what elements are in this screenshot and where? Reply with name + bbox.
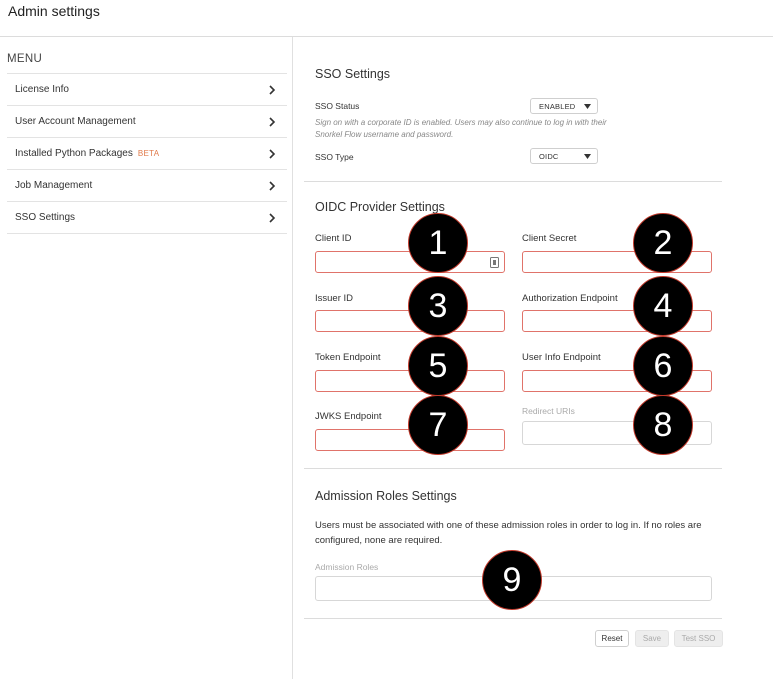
callout-marker-9: 9 [482, 550, 542, 610]
jwks-endpoint-label: JWKS Endpoint [315, 411, 382, 422]
sidebar-item-license-info[interactable]: License Info [7, 74, 287, 106]
callout-marker-7: 7 [408, 395, 468, 455]
key-icon [490, 257, 499, 268]
sidebar-menu: License Info User Account Management Ins… [7, 73, 287, 234]
callout-marker-8: 8 [633, 395, 693, 455]
beta-badge: BETA [137, 149, 160, 158]
callout-marker-5: 5 [408, 336, 468, 396]
sso-type-label: SSO Type [315, 152, 354, 162]
admission-roles-heading: Admission Roles Settings [315, 489, 457, 503]
sidebar-item-label: SSO Settings [15, 212, 76, 223]
sidebar-item-label-wrap: Installed Python Packages BETA [15, 148, 159, 159]
authorization-endpoint-label: Authorization Endpoint [522, 293, 618, 304]
chevron-right-icon [269, 117, 276, 127]
sidebar: MENU License Info User Account Managemen… [0, 37, 293, 679]
header-bar: Admin settings [0, 0, 773, 37]
oidc-settings-heading: OIDC Provider Settings [315, 200, 445, 214]
main-content: SSO Settings SSO Status ENABLED Sign on … [293, 37, 773, 679]
callout-marker-6: 6 [633, 336, 693, 396]
callout-marker-1: 1 [408, 213, 468, 273]
page-title: Admin settings [8, 3, 100, 19]
sidebar-item-label: User Account Management [15, 116, 136, 127]
sidebar-item-label: Installed Python Packages [15, 148, 133, 159]
reset-button[interactable]: Reset [595, 630, 629, 647]
chevron-right-icon [269, 85, 276, 95]
callout-marker-2: 2 [633, 213, 693, 273]
section-divider [304, 468, 722, 469]
caret-down-icon [584, 154, 591, 159]
admission-roles-label: Admission Roles [315, 562, 379, 572]
sso-type-value: OIDC [539, 152, 559, 161]
sso-settings-heading: SSO Settings [315, 67, 391, 81]
chevron-right-icon [269, 149, 276, 159]
chevron-right-icon [269, 213, 276, 223]
test-sso-button[interactable]: Test SSO [674, 630, 723, 647]
issuer-id-label: Issuer ID [315, 293, 354, 304]
save-button[interactable]: Save [635, 630, 669, 647]
sidebar-item-label: Job Management [15, 180, 93, 191]
sidebar-item-user-account-management[interactable]: User Account Management [7, 106, 287, 138]
redirect-uris-label: Redirect URIs [522, 406, 575, 416]
section-divider [304, 618, 722, 619]
client-secret-label: Client Secret [522, 233, 577, 244]
caret-down-icon [584, 104, 591, 109]
admission-roles-help-text: Users must be associated with one of the… [315, 520, 702, 546]
callout-marker-4: 4 [633, 276, 693, 336]
callout-marker-3: 3 [408, 276, 468, 336]
section-divider [304, 181, 722, 182]
sso-status-value: ENABLED [539, 102, 576, 111]
sidebar-item-label: License Info [15, 84, 69, 95]
user-info-endpoint-label: User Info Endpoint [522, 352, 601, 363]
sidebar-item-sso-settings[interactable]: SSO Settings [7, 202, 287, 234]
sidebar-item-installed-python-packages[interactable]: Installed Python Packages BETA [7, 138, 287, 170]
sso-type-select[interactable]: OIDC [530, 148, 598, 164]
token-endpoint-label: Token Endpoint [315, 352, 381, 363]
menu-header: MENU [7, 53, 43, 65]
sso-status-help-text: Sign on with a corporate ID is enabled. … [315, 118, 607, 139]
sso-status-label: SSO Status [315, 101, 360, 111]
sso-status-select[interactable]: ENABLED [530, 98, 598, 114]
sidebar-item-job-management[interactable]: Job Management [7, 170, 287, 202]
client-id-label: Client ID [315, 233, 352, 244]
chevron-right-icon [269, 181, 276, 191]
